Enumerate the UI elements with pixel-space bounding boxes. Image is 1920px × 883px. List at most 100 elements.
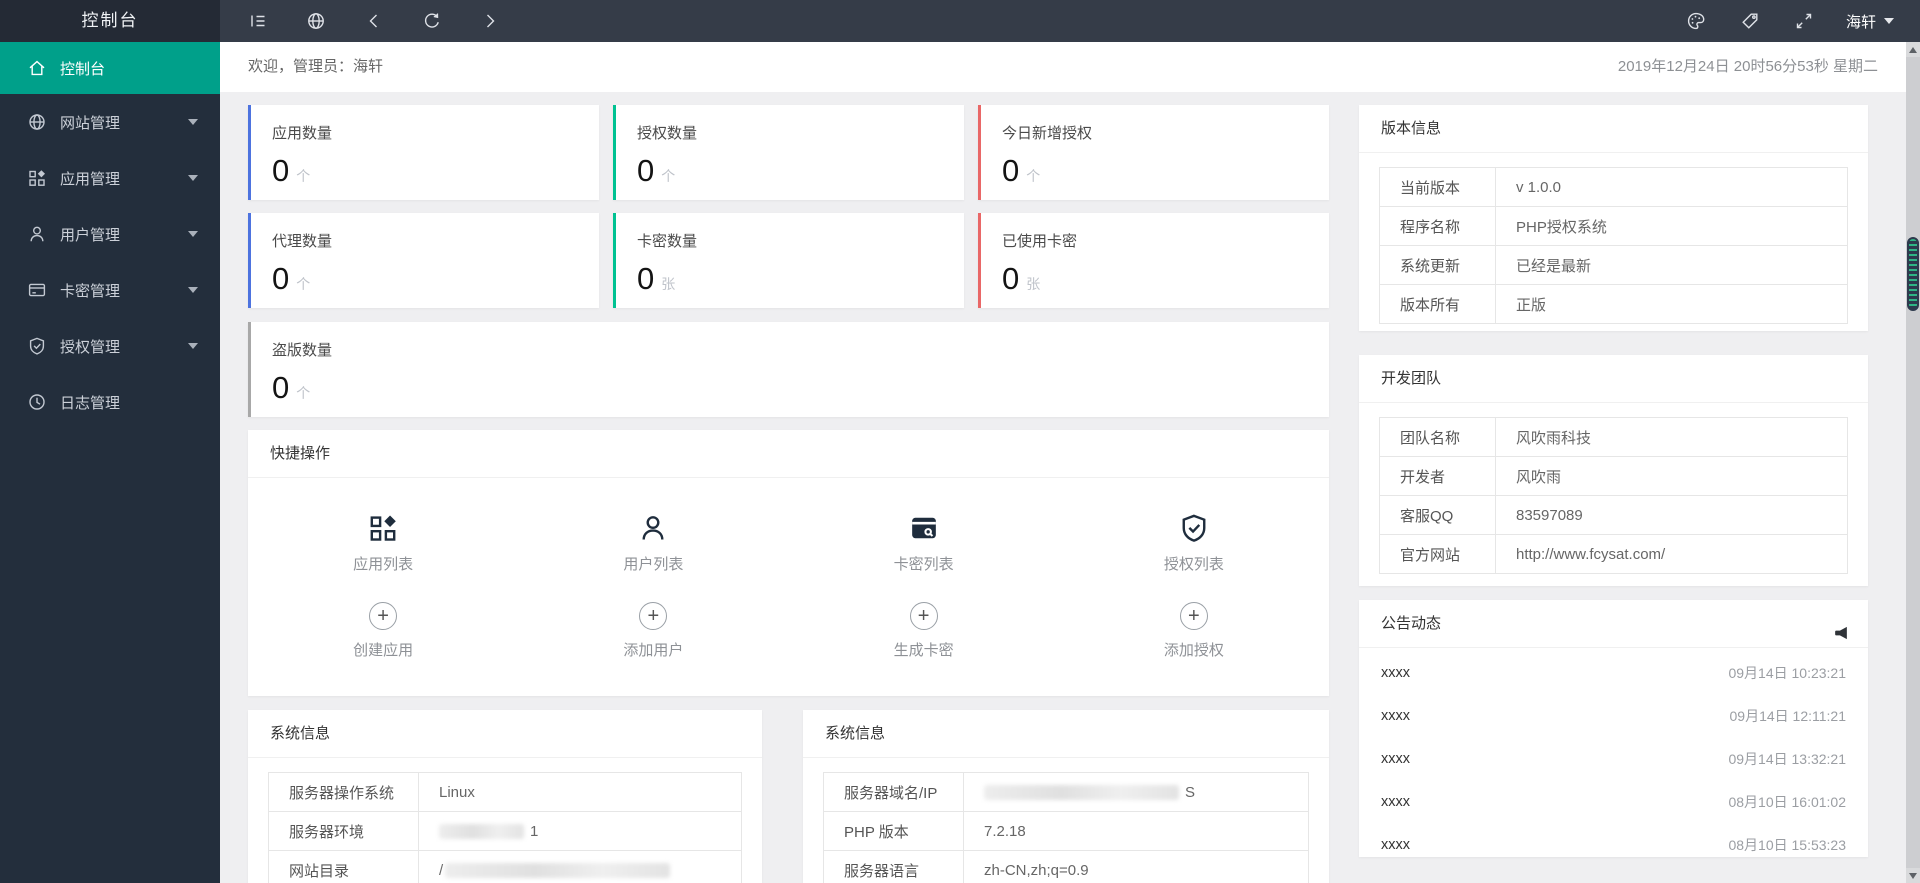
row-value: 正版: [1495, 284, 1848, 324]
stat-row-2: 代理数量 0个 卡密数量 0张 已使用卡密 0张: [248, 213, 1329, 308]
quick-action-label: 添加授权: [1163, 642, 1224, 659]
quick-action-label: 授权列表: [1163, 556, 1224, 573]
row-label: 系统更新: [1379, 245, 1496, 285]
announcement-item[interactable]: xxxx 09月14日 12:11:21: [1359, 694, 1868, 737]
welcome-bar: 欢迎，管理员：海轩 2019年12月24日 20时56分53秒 星期二: [220, 42, 1920, 92]
caret-down-icon: [1884, 18, 1894, 24]
sidebar: 控制台 网站管理 应用管理 用户管理 卡密管理 授权管理 日志管理: [0, 42, 220, 883]
stat-title: 应用数量: [272, 125, 333, 142]
quick-actions-panel: 快捷操作 应用列表 用户列表 卡密列表 授权列表 + 创建应用 + 添加用户 +…: [248, 430, 1329, 696]
row-value: 83597089: [1495, 495, 1848, 535]
panel-title: 系统信息: [803, 710, 1329, 758]
collapse-sidebar-icon[interactable]: [246, 9, 270, 33]
sidebar-item-users[interactable]: 用户管理: [0, 206, 220, 262]
table-row: 客服QQ 83597089: [1379, 495, 1848, 535]
announcement-time: 09月14日 12:11:21: [1729, 707, 1847, 724]
plus-circle-icon: +: [369, 602, 398, 630]
accent-bar: [248, 213, 251, 308]
sidebar-item-licenses[interactable]: 授权管理: [0, 318, 220, 374]
sidebar-item-label: 网站管理: [60, 114, 121, 132]
user-menu[interactable]: 海轩: [1846, 0, 1894, 42]
row-label: 程序名称: [1379, 206, 1496, 246]
row-value: /: [418, 850, 742, 883]
announcement-item[interactable]: xxxx 09月14日 13:32:21: [1359, 737, 1868, 780]
row-label: 服务器环境: [268, 811, 419, 851]
panel-title: 版本信息: [1359, 105, 1868, 153]
announcement-item[interactable]: xxxx 09月14日 10:23:21: [1359, 651, 1868, 694]
row-label: 官方网站: [1379, 534, 1496, 574]
sidebar-item-cards[interactable]: 卡密管理: [0, 262, 220, 318]
quick-action-generate-card[interactable]: + 生成卡密: [894, 602, 954, 660]
announcement-text: xxxx: [1381, 707, 1410, 724]
back-icon[interactable]: [362, 9, 386, 33]
dev-team-table: 团队名称 风吹雨科技 开发者 风吹雨 客服QQ 83597089 官方网站 http:/…: [1379, 417, 1848, 574]
system-info-right-table: 服务器域名/IP S PHP 版本 7.2.18 服务器语言 zh-CN,zh;…: [823, 772, 1309, 883]
quick-action-label: 创建应用: [353, 642, 414, 659]
triangle-up-icon: [1909, 46, 1917, 53]
stat-card-used-cards: 已使用卡密 0张: [978, 213, 1329, 308]
stat-card-cards: 卡密数量 0张: [613, 213, 964, 308]
shield-check-icon: [1178, 512, 1210, 544]
stat-unit: 张: [661, 276, 676, 292]
stat-card-pirated: 盗版数量 0个: [248, 322, 1329, 417]
row-value: zh-CN,zh;q=0.9: [963, 850, 1309, 883]
quick-action-card-list[interactable]: 卡密列表: [894, 512, 954, 574]
sidebar-item-website[interactable]: 网站管理: [0, 94, 220, 150]
stat-title: 代理数量: [272, 233, 333, 250]
redacted-value: [439, 824, 524, 840]
row-value: S: [963, 772, 1309, 812]
triangle-down-icon: [1909, 872, 1917, 879]
sidebar-item-apps[interactable]: 应用管理: [0, 150, 220, 206]
dev-team-panel: 开发团队 团队名称 风吹雨科技 开发者 风吹雨 客服QQ 83597089 官方网站 h…: [1359, 355, 1868, 586]
accent-bar: [978, 213, 981, 308]
quick-action-license-list[interactable]: 授权列表: [1164, 512, 1224, 574]
palette-icon[interactable]: [1684, 9, 1708, 33]
table-row: 系统更新 已经是最新: [1379, 245, 1848, 285]
plus-circle-icon: +: [909, 602, 938, 630]
sidebar-item-label: 应用管理: [60, 170, 121, 188]
sidebar-item-logs[interactable]: 日志管理: [0, 374, 220, 430]
announcement-item[interactable]: xxxx 08月10日 15:53:23: [1359, 823, 1868, 866]
table-row: 版本所有 正版: [1379, 284, 1848, 324]
language-icon[interactable]: [304, 9, 328, 33]
table-row: 当前版本 v 1.0.0: [1379, 167, 1848, 207]
quick-action-label: 卡密列表: [893, 556, 954, 573]
scroll-up-button[interactable]: [1906, 42, 1920, 57]
announcement-text: xxxx: [1381, 836, 1410, 853]
row-value: http://www.fcysat.com/: [1495, 534, 1848, 574]
forward-icon[interactable]: [478, 9, 502, 33]
system-info-left-table: 服务器操作系统 Linux 服务器环境 1 网站目录 /: [268, 772, 742, 883]
scroll-down-button[interactable]: [1906, 868, 1920, 883]
row-label: 服务器域名/IP: [823, 772, 964, 812]
quick-action-add-user[interactable]: + 添加用户: [623, 602, 683, 660]
announcement-item[interactable]: xxxx 08月10日 16:01:02: [1359, 780, 1868, 823]
refresh-icon[interactable]: [420, 9, 444, 33]
quick-action-app-list[interactable]: 应用列表: [353, 512, 413, 574]
quick-action-label: 添加用户: [623, 642, 684, 659]
sidebar-item-label: 控制台: [60, 60, 106, 78]
stat-value: 0: [637, 261, 655, 296]
quick-action-label: 生成卡密: [893, 642, 954, 659]
main-content: 应用数量 0个 授权数量 0个 今日新增授权 0个 代理数量 0个 卡密数量 0…: [220, 92, 1920, 883]
quick-action-create-app[interactable]: + 创建应用: [353, 602, 413, 660]
stat-card-licenses: 授权数量 0个: [613, 105, 964, 200]
clock-icon: [27, 392, 47, 412]
row-value: 1: [418, 811, 742, 851]
tag-icon[interactable]: [1738, 9, 1762, 33]
quick-action-add-license[interactable]: + 添加授权: [1164, 602, 1224, 660]
sidebar-item-label: 日志管理: [60, 394, 121, 412]
table-row: 服务器域名/IP S: [823, 772, 1309, 812]
announcement-time: 08月10日 16:01:02: [1728, 793, 1846, 810]
version-info-panel: 版本信息 当前版本 v 1.0.0 程序名称 PHP授权系统 系统更新 已经是最新 版…: [1359, 105, 1868, 331]
quick-action-user-list[interactable]: 用户列表: [623, 512, 683, 574]
fullscreen-icon[interactable]: [1792, 9, 1816, 33]
scrollbar-thumb[interactable]: [1907, 237, 1919, 311]
row-label: 网站目录: [268, 850, 419, 883]
card-icon: [27, 280, 47, 300]
globe-icon: [27, 112, 47, 132]
home-icon: [27, 58, 47, 78]
row-value: 风吹雨: [1495, 456, 1848, 496]
quick-actions-lists: 应用列表 用户列表 卡密列表 授权列表: [248, 512, 1329, 574]
sidebar-item-dashboard[interactable]: 控制台: [0, 42, 220, 94]
topbar: 控制台 海轩: [0, 0, 1920, 42]
